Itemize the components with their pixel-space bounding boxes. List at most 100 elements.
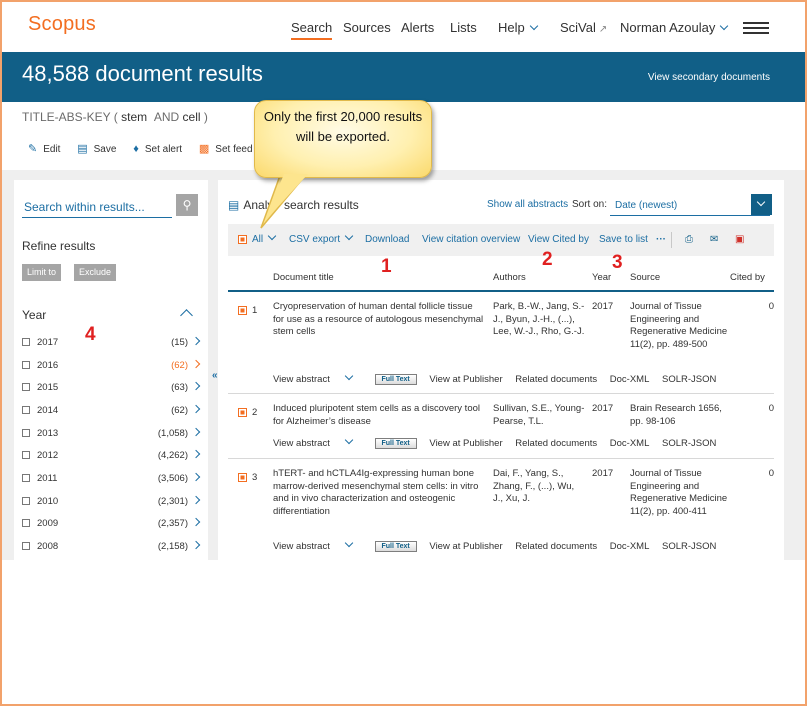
year-checkbox[interactable]: [22, 474, 30, 482]
full-text-button[interactable]: Full Text: [374, 374, 417, 385]
column-header-cited-by[interactable]: Cited by: [730, 272, 765, 283]
doc-xml-link[interactable]: Doc-XML: [610, 374, 650, 385]
scopus-logo[interactable]: Scopus: [28, 13, 96, 36]
sort-select[interactable]: Date (newest): [610, 193, 770, 216]
year-checkbox[interactable]: [22, 406, 30, 414]
chevron-right-icon[interactable]: [191, 404, 201, 414]
nav-alerts[interactable]: Alerts: [401, 20, 434, 35]
year-facet-row[interactable]: 2017 (15): [22, 336, 202, 354]
view-at-publisher-link[interactable]: View at Publisher: [429, 541, 502, 552]
column-header-title[interactable]: Document title: [273, 272, 334, 283]
doc-xml-link[interactable]: Doc-XML: [610, 438, 650, 449]
column-header-year[interactable]: Year: [592, 272, 611, 283]
chevron-right-icon[interactable]: [191, 472, 201, 482]
year-checkbox[interactable]: [22, 542, 30, 550]
related-documents-link[interactable]: Related documents: [515, 374, 597, 385]
nav-scival[interactable]: SciVal ↗: [560, 20, 607, 35]
year-facet-row[interactable]: 2011 (3,506): [22, 472, 202, 490]
search-within-input[interactable]: Search within results...: [22, 192, 172, 218]
limit-to-button[interactable]: Limit to: [22, 264, 62, 281]
year-facet-row[interactable]: 2008 (2,158): [22, 540, 202, 558]
chevron-right-icon[interactable]: [191, 381, 201, 391]
year-facet-row[interactable]: 2016 (62): [22, 359, 202, 377]
column-header-authors[interactable]: Authors: [493, 272, 526, 283]
solr-json-link[interactable]: SOLR-JSON: [662, 541, 716, 552]
edit-query-button[interactable]: ✎ Edit: [28, 142, 60, 155]
analyze-results-link[interactable]: ▤ Analy: [228, 198, 273, 212]
year-checkbox[interactable]: [22, 383, 30, 391]
year-checkbox[interactable]: [22, 361, 30, 369]
authors[interactable]: Dai, F., Yang, S., Zhang, F., (...), Wu,…: [493, 468, 585, 506]
chevron-right-icon[interactable]: [191, 359, 201, 369]
source[interactable]: Brain Research 1656, pp. 98-106: [630, 403, 730, 428]
related-documents-link[interactable]: Related documents: [515, 438, 597, 449]
year-checkbox[interactable]: [22, 451, 30, 459]
chevron-right-icon[interactable]: [191, 449, 201, 459]
more-options-icon[interactable]: ···: [656, 234, 666, 245]
solr-json-link[interactable]: SOLR-JSON: [662, 374, 716, 385]
download-button[interactable]: Download: [365, 234, 409, 245]
email-icon[interactable]: ✉: [710, 234, 718, 245]
chevron-right-icon[interactable]: [191, 427, 201, 437]
doc-xml-link[interactable]: Doc-XML: [610, 541, 650, 552]
chevron-right-icon[interactable]: [191, 540, 201, 550]
pdf-icon[interactable]: ▣: [735, 234, 744, 245]
full-text-button[interactable]: Full Text: [374, 541, 417, 552]
solr-json-link[interactable]: SOLR-JSON: [662, 438, 716, 449]
search-icon[interactable]: ⚲: [176, 194, 198, 216]
view-abstract-link[interactable]: View abstract: [273, 371, 362, 385]
sort-dropdown-chevron-icon[interactable]: [751, 194, 772, 215]
set-feed-button[interactable]: ▩ Set feed: [199, 142, 253, 155]
nav-help[interactable]: Help: [498, 20, 538, 35]
row-checkbox[interactable]: [238, 473, 247, 482]
print-icon[interactable]: ⎙: [685, 234, 693, 245]
document-title-link[interactable]: hTERT- and hCTLA4Ig-expressing human bon…: [273, 468, 485, 518]
source[interactable]: Journal of Tissue Engineering and Regene…: [630, 301, 730, 351]
chevron-up-icon[interactable]: [180, 309, 193, 322]
set-alert-button[interactable]: ♦ Set alert: [133, 143, 182, 155]
nav-user-menu[interactable]: Norman Azoulay: [620, 20, 729, 35]
save-to-list-button[interactable]: Save to list: [599, 234, 648, 245]
year-facet-row[interactable]: 2013 (1,058): [22, 427, 202, 445]
view-at-publisher-link[interactable]: View at Publisher: [429, 374, 502, 385]
chevron-right-icon[interactable]: [191, 517, 201, 527]
year-checkbox[interactable]: [22, 429, 30, 437]
year-facet-row[interactable]: 2012 (4,262): [22, 449, 202, 467]
year-checkbox[interactable]: [22, 338, 30, 346]
year-facet-row[interactable]: 2014 (62): [22, 404, 202, 422]
year-facet-row[interactable]: 2015 (63): [22, 381, 202, 399]
nav-sources[interactable]: Sources: [343, 20, 391, 35]
year-facet-row[interactable]: 2010 (2,301): [22, 495, 202, 513]
authors[interactable]: Park, B.-W., Jang, S.-J., Byun, J.-H., (…: [493, 301, 585, 339]
analyze-results-label-rest[interactable]: search results: [284, 198, 359, 212]
related-documents-link[interactable]: Related documents: [515, 541, 597, 552]
year-checkbox[interactable]: [22, 497, 30, 505]
source[interactable]: Journal of Tissue Engineering and Regene…: [630, 468, 730, 518]
document-title-link[interactable]: Cryopreservation of human dental follicl…: [273, 301, 485, 339]
document-title-link[interactable]: Induced pluripotent stem cells as a disc…: [273, 403, 485, 428]
row-checkbox[interactable]: [238, 306, 247, 315]
select-all-checkbox[interactable]: [238, 235, 247, 244]
authors[interactable]: Sullivan, S.E., Young-Pearse, T.L.: [493, 403, 585, 428]
column-header-source[interactable]: Source: [630, 272, 660, 283]
collapse-sidebar-icon[interactable]: «: [212, 370, 218, 381]
nav-search[interactable]: Search: [291, 20, 333, 40]
view-cited-by-button[interactable]: View Cited by: [528, 234, 589, 245]
view-secondary-documents-link[interactable]: View secondary documents: [648, 72, 770, 83]
nav-lists[interactable]: Lists: [450, 20, 477, 35]
year-facet-row[interactable]: 2009 (2,357): [22, 517, 202, 535]
csv-export-button[interactable]: CSV export: [289, 231, 354, 245]
full-text-button[interactable]: Full Text: [374, 438, 417, 449]
row-checkbox[interactable]: [238, 408, 247, 417]
hamburger-menu-icon[interactable]: [743, 22, 769, 34]
save-query-button[interactable]: ▤ Save: [77, 142, 116, 155]
exclude-button[interactable]: Exclude: [74, 264, 117, 281]
year-checkbox[interactable]: [22, 519, 30, 527]
select-all-dropdown[interactable]: All: [252, 231, 277, 245]
chevron-right-icon[interactable]: [191, 495, 201, 505]
view-abstract-link[interactable]: View abstract: [273, 538, 362, 552]
show-all-abstracts-link[interactable]: Show all abstracts: [487, 199, 568, 210]
view-at-publisher-link[interactable]: View at Publisher: [429, 438, 502, 449]
view-citation-overview-button[interactable]: View citation overview: [422, 234, 520, 245]
view-abstract-link[interactable]: View abstract: [273, 435, 362, 449]
